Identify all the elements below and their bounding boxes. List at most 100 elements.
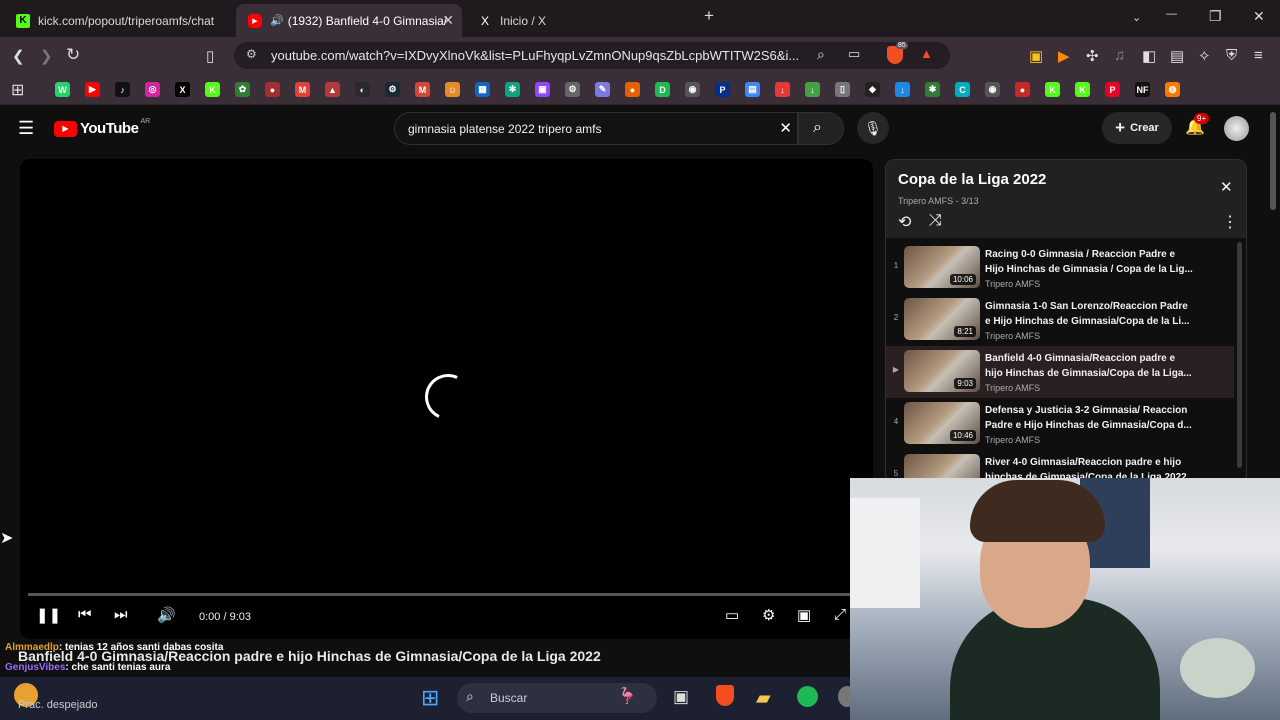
omnibox[interactable]: ⚙ youtube.com/watch?v=IXDvyXlnoVk&list=P… bbox=[234, 42, 950, 69]
hamburger-menu-icon[interactable]: ☰ bbox=[18, 118, 34, 139]
extension-yellow-icon[interactable]: ▣ bbox=[1029, 47, 1043, 65]
video-thumbnail[interactable]: 10:46 bbox=[904, 402, 980, 444]
playlist-item-channel[interactable]: Tripero AMFS bbox=[985, 331, 1040, 341]
page-scrollbar[interactable] bbox=[1270, 112, 1276, 210]
wallet-icon[interactable]: ▤ bbox=[1170, 47, 1184, 65]
pause-icon[interactable]: ❚❚ bbox=[36, 606, 61, 624]
create-button[interactable]: + Crear bbox=[1102, 112, 1172, 144]
zoom-icon[interactable]: ⌕ bbox=[817, 46, 825, 63]
chatgpt-icon[interactable]: ✻ bbox=[505, 82, 520, 97]
playlist-scrollbar[interactable] bbox=[1237, 242, 1242, 468]
video-thumbnail[interactable]: 10:06 bbox=[904, 246, 980, 288]
tab-x[interactable]: X Inicio / X bbox=[466, 4, 692, 37]
speaker-icon[interactable]: 🔊 bbox=[270, 14, 284, 27]
steam-icon[interactable]: ⚙ bbox=[385, 82, 400, 97]
site-info-icon[interactable]: ⚙ bbox=[246, 47, 257, 61]
close-window-button[interactable]: ✕ bbox=[1253, 8, 1265, 25]
file-explorer-icon[interactable]: ▰ bbox=[756, 687, 771, 710]
playlist-item-channel[interactable]: Tripero AMFS bbox=[985, 435, 1040, 445]
playlist-item-title[interactable]: Racing 0-0 Gimnasia / Reaccion Padre e H… bbox=[985, 247, 1195, 277]
settings-gear-icon[interactable]: ⚙ bbox=[762, 606, 775, 624]
blue-squares-icon[interactable]: ▦ bbox=[475, 82, 490, 97]
spotify-icon[interactable] bbox=[797, 686, 818, 707]
download-red-icon[interactable]: ↓ bbox=[775, 82, 790, 97]
next-icon[interactable]: ⏭ bbox=[114, 606, 128, 623]
leo-icon[interactable]: ✧ bbox=[1198, 47, 1211, 65]
instagram-icon[interactable]: ◎ bbox=[145, 82, 160, 97]
playlist-item-channel[interactable]: Tripero AMFS bbox=[985, 383, 1040, 393]
playlist-subtitle[interactable]: Tripero AMFS - 3/13 bbox=[898, 196, 979, 206]
loop-icon[interactable]: ⟲ bbox=[898, 212, 911, 232]
kick2-icon[interactable]: K bbox=[1045, 82, 1060, 97]
playlist-item-title[interactable]: Defensa y Justicia 3-2 Gimnasia/ Reaccio… bbox=[985, 403, 1195, 433]
whatsapp-icon[interactable]: W bbox=[55, 82, 70, 97]
brave-rewards-icon[interactable]: ▲ bbox=[920, 46, 933, 61]
kick3-icon[interactable]: K bbox=[1075, 82, 1090, 97]
github-icon[interactable]: ◐ bbox=[355, 82, 370, 97]
bookmark-icon[interactable]: ▯ bbox=[206, 47, 214, 65]
paypal-icon[interactable]: P bbox=[715, 82, 730, 97]
close-playlist-icon[interactable]: ✕ bbox=[1220, 178, 1233, 196]
twitch-icon[interactable]: ▣ bbox=[535, 82, 550, 97]
green-box-icon[interactable]: ✱ bbox=[925, 82, 940, 97]
taskbar-brave-icon[interactable] bbox=[716, 685, 734, 706]
playlist-item-channel[interactable]: Tripero AMFS bbox=[985, 279, 1040, 289]
forward-icon[interactable]: ❯ bbox=[40, 47, 53, 65]
close-tab-icon[interactable]: ✕ bbox=[442, 12, 454, 29]
playlist-item[interactable]: 4 10:46 Defensa y Justicia 3-2 Gimnasia/ R… bbox=[886, 398, 1234, 450]
menu-icon[interactable]: ≡ bbox=[1254, 47, 1263, 64]
progress-bar[interactable] bbox=[28, 593, 865, 596]
youtube-logo[interactable]: ▶ YouTube AR bbox=[54, 118, 150, 137]
taskbar-search-input[interactable]: ⌕ Buscar 🦩 bbox=[457, 683, 657, 713]
reload-icon[interactable]: ↻ bbox=[66, 45, 80, 65]
gmail-icon[interactable]: M bbox=[295, 82, 310, 97]
tiktok-icon[interactable]: ♪ bbox=[115, 82, 130, 97]
clear-search-icon[interactable]: ✕ bbox=[779, 119, 792, 137]
kick-icon[interactable]: K bbox=[205, 82, 220, 97]
playlist-item-title[interactable]: Banfield 4-0 Gimnasia/Reaccion padre e h… bbox=[985, 351, 1195, 381]
new-tab-button[interactable]: + bbox=[704, 6, 714, 26]
discord-icon[interactable]: ☺ bbox=[445, 82, 460, 97]
search-input[interactable]: gimnasia platense 2022 tripero amfs ✕ bbox=[394, 112, 798, 145]
subtitles-icon[interactable]: ▭ bbox=[725, 606, 739, 624]
cyan-c-icon[interactable]: C bbox=[955, 82, 970, 97]
download-green-icon[interactable]: ↓ bbox=[805, 82, 820, 97]
d-icon[interactable]: D bbox=[655, 82, 670, 97]
maximize-button[interactable]: ❐ bbox=[1209, 8, 1222, 25]
volume-icon[interactable]: 🔊 bbox=[157, 606, 176, 624]
url-text[interactable]: youtube.com/watch?v=IXDvyXlnoVk&list=PLu… bbox=[271, 48, 801, 63]
video-thumbnail[interactable]: 8:21 bbox=[904, 298, 980, 340]
sidebar-icon[interactable]: ◧ bbox=[1142, 47, 1156, 65]
docs-icon[interactable]: ▤ bbox=[745, 82, 760, 97]
tab-kick-chat[interactable]: K kick.com/popout/triperoamfs/chat bbox=[4, 4, 232, 37]
video-thumbnail[interactable]: 9:03 bbox=[904, 350, 980, 392]
green-app-icon[interactable]: ✿ bbox=[235, 82, 250, 97]
windows-start-icon[interactable]: ⊞ bbox=[421, 685, 439, 711]
gmail2-icon[interactable]: M bbox=[415, 82, 430, 97]
tab-youtube[interactable]: ▶ 🔊 (1932) Banfield 4-0 Gimnasia/ ✕ bbox=[236, 4, 462, 37]
settings-app-icon[interactable]: ⚙ bbox=[565, 82, 580, 97]
search-button[interactable]: ⌕ bbox=[798, 112, 844, 145]
epic-icon[interactable]: ◆ bbox=[865, 82, 880, 97]
globe-icon[interactable]: ◉ bbox=[685, 82, 700, 97]
previous-icon[interactable]: ⏮ bbox=[78, 606, 92, 623]
analytics-icon[interactable]: ▲ bbox=[325, 82, 340, 97]
cast-icon[interactable]: ▭ bbox=[848, 46, 860, 62]
pencil-icon[interactable]: ✎ bbox=[595, 82, 610, 97]
shuffle-icon[interactable]: ⤨ bbox=[929, 212, 942, 230]
media-icon[interactable]: ♫ bbox=[1114, 47, 1125, 64]
circle-app-icon[interactable]: ● bbox=[265, 82, 280, 97]
playlist-item[interactable]: 1 10:06 Racing 0-0 Gimnasia / Reaccion Pad… bbox=[886, 242, 1234, 294]
globe2-icon[interactable]: ◉ bbox=[985, 82, 1000, 97]
extensions-puzzle-icon[interactable]: ✣ bbox=[1086, 47, 1099, 65]
tab-search-chevron-icon[interactable]: ⌄ bbox=[1132, 11, 1141, 24]
playlist-menu-icon[interactable]: ⋮ bbox=[1222, 212, 1238, 232]
x-icon[interactable]: X bbox=[175, 82, 190, 97]
playlist-item[interactable]: ▶ 9:03 Banfield 4-0 Gimnasia/Reaccion padr… bbox=[886, 346, 1234, 398]
pinterest-icon[interactable]: P bbox=[1105, 82, 1120, 97]
miniplayer-icon[interactable]: ▣ bbox=[797, 606, 811, 624]
red-dot-icon[interactable]: ● bbox=[1015, 82, 1030, 97]
netflix-box-icon[interactable]: NF bbox=[1135, 82, 1150, 97]
fullscreen-icon[interactable]: ⤢ bbox=[834, 606, 846, 623]
minimize-button[interactable]: — bbox=[1166, 8, 1177, 20]
